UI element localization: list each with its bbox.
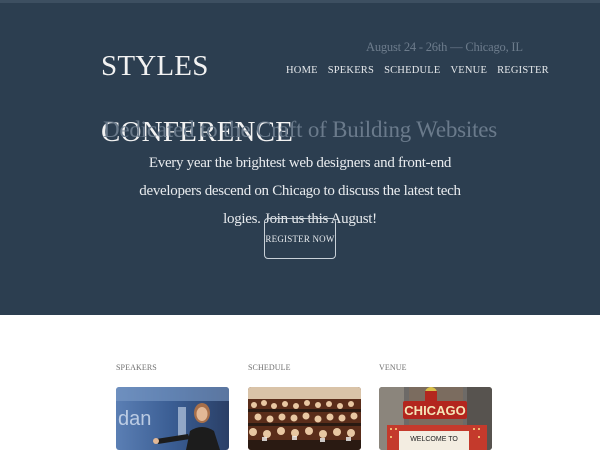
audience-photo[interactable] (248, 387, 361, 450)
hero-section: STYLES CONFERENCE August 24 - 26th — Chi… (0, 0, 600, 315)
event-info: August 24 - 26th — Chicago, IL (366, 40, 523, 54)
speaker-photo[interactable]: dan (116, 387, 229, 450)
nav-venue[interactable]: VENUE (451, 65, 488, 76)
nav-home[interactable]: HOME (286, 65, 318, 76)
nav-speakers[interactable]: SPEKERS (328, 65, 374, 76)
hero-headline: Dedicated to the Craft of Building Websi… (102, 117, 498, 142)
svg-text:dan: dan (118, 408, 151, 430)
chicago-theatre-photo[interactable]: CHICAGO WELCOME TO (379, 387, 492, 450)
card-label-schedule[interactable]: SCHEDULE (248, 363, 291, 372)
card-label-speakers[interactable]: SPEAKERS (116, 363, 157, 372)
nav-schedule[interactable]: SCHEDULE (384, 65, 440, 76)
logo-line-1: STYLES (101, 50, 209, 82)
register-now-button[interactable]: REGISTER NOW (264, 218, 336, 259)
chicago-sign-text: CHICAGO (404, 403, 465, 418)
card-label-venue[interactable]: VENUE (379, 363, 407, 372)
marquee-text: WELCOME TO (410, 436, 458, 443)
nav-register[interactable]: REGISTER (497, 65, 549, 76)
primary-nav: HOME SPEKERS SCHEDULE VENUE REGISTER (286, 65, 549, 76)
